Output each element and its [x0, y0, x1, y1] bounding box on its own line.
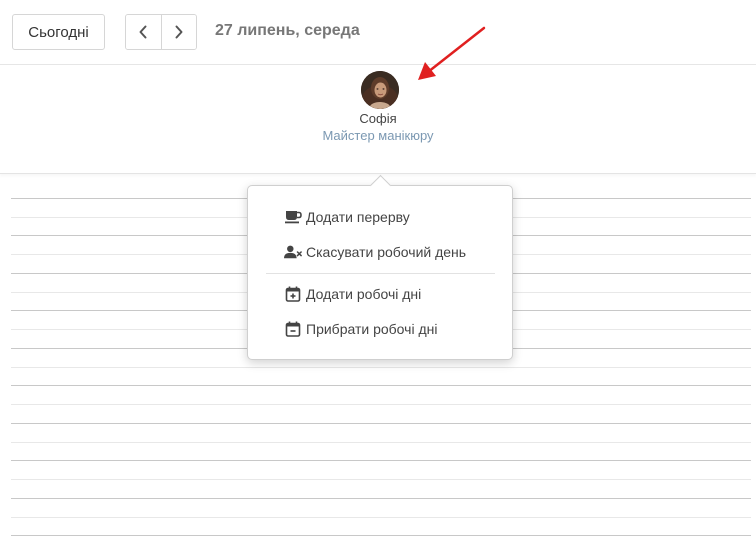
grid-line-hour — [11, 535, 751, 536]
avatar-photo — [361, 71, 399, 109]
menu-item-label: Додати перерву — [306, 209, 410, 225]
calendar-toolbar: Сьогодні 27 липень, середа — [0, 0, 756, 65]
grid-line-hour — [11, 423, 751, 424]
previous-day-button[interactable] — [126, 15, 161, 49]
staff-role: Майстер манікюру — [322, 128, 434, 143]
calendar-plus-icon — [284, 285, 302, 303]
grid-line-half — [11, 517, 751, 518]
grid-line-hour — [11, 385, 751, 386]
menu-item-remove-workdays[interactable]: Прибрати робочі дні — [284, 317, 437, 341]
menu-item-cancel-workday[interactable]: Скасувати робочий день — [284, 240, 466, 264]
staff-column-header: Софія Майстер манікюру — [0, 65, 756, 174]
current-date-title: 27 липень, середа — [215, 22, 360, 39]
menu-item-label: Прибрати робочі дні — [306, 321, 438, 337]
calendar-minus-icon — [284, 320, 302, 338]
menu-item-label: Скасувати робочий день — [306, 244, 467, 260]
chevron-right-icon — [175, 25, 183, 39]
menu-item-add-workdays[interactable]: Додати робочі дні — [284, 282, 421, 306]
grid-line-half — [11, 404, 751, 405]
grid-line-half — [11, 479, 751, 480]
staff-name: Софія — [359, 111, 397, 126]
today-button[interactable]: Сьогодні — [12, 14, 105, 50]
chevron-left-icon — [139, 25, 147, 39]
popover-caret — [369, 174, 392, 197]
grid-line-half — [11, 367, 751, 368]
grid-line-half — [11, 442, 751, 443]
staff-avatar[interactable] — [361, 71, 399, 109]
menu-item-label: Додати робочі дні — [306, 286, 422, 302]
annotation-arrow-icon — [418, 26, 486, 80]
next-day-button[interactable] — [160, 15, 196, 49]
staff-actions-popover: Додати перерву Скасувати робочий день До… — [247, 174, 513, 360]
grid-line-hour — [11, 498, 751, 499]
menu-item-add-break[interactable]: Додати перерву — [284, 205, 410, 229]
menu-divider — [266, 273, 495, 274]
date-navigation — [125, 14, 197, 50]
coffee-cup-icon — [284, 208, 302, 226]
grid-line-hour — [11, 460, 751, 461]
user-remove-icon — [284, 243, 302, 261]
